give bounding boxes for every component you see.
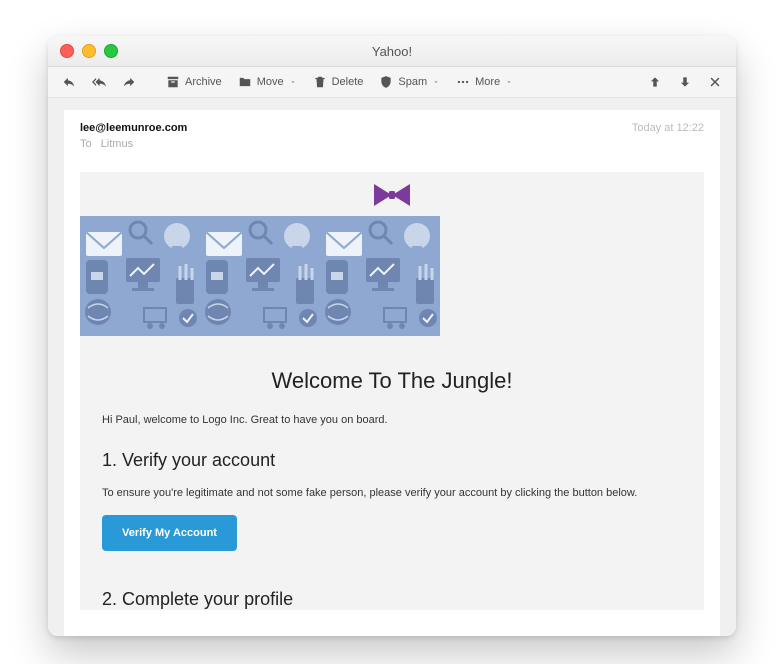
close-message-button[interactable] [702, 71, 728, 93]
reply-button[interactable] [56, 71, 82, 93]
prev-message-button[interactable] [642, 71, 668, 93]
window-title: Yahoo! [48, 44, 736, 59]
email-intro: Hi Paul, welcome to Logo Inc. Great to h… [102, 414, 682, 426]
message-time: Today at 12:22 [632, 122, 704, 150]
reply-icon [62, 75, 76, 89]
chevron-down-icon [289, 78, 297, 86]
to-name: Litmus [101, 138, 133, 150]
to-line: To Litmus [80, 138, 632, 150]
content-area: lee@leemunroe.com To Litmus Today at 12:… [48, 98, 736, 636]
arrow-down-icon [678, 75, 692, 89]
toolbar: Archive Move Delete Spam More [48, 67, 736, 98]
delete-label: Delete [332, 76, 364, 88]
archive-label: Archive [185, 76, 222, 88]
message-pane: lee@leemunroe.com To Litmus Today at 12:… [64, 110, 720, 636]
archive-button[interactable]: Archive [160, 71, 228, 93]
delete-button[interactable]: Delete [307, 71, 370, 93]
more-label: More [475, 76, 500, 88]
hero-image [80, 216, 440, 336]
bowtie-logo-icon [370, 182, 414, 208]
move-label: Move [257, 76, 284, 88]
close-icon [708, 75, 722, 89]
step1-body: To ensure you're legitimate and not some… [102, 487, 682, 499]
spam-label: Spam [398, 76, 427, 88]
move-button[interactable]: Move [232, 71, 303, 93]
shield-icon [379, 75, 393, 89]
arrow-up-icon [648, 75, 662, 89]
email-heading: Welcome To The Jungle! [102, 368, 682, 394]
trash-icon [313, 75, 327, 89]
more-horizontal-icon [456, 75, 470, 89]
titlebar: Yahoo! [48, 36, 736, 67]
step1-title: 1. Verify your account [102, 450, 682, 471]
reply-all-icon [92, 75, 106, 89]
app-window: Yahoo! Archive Move [48, 36, 736, 636]
forward-icon [122, 75, 136, 89]
next-message-button[interactable] [672, 71, 698, 93]
reply-all-button[interactable] [86, 71, 112, 93]
spam-button[interactable]: Spam [373, 71, 446, 93]
chevron-down-icon [432, 78, 440, 86]
from-address: lee@leemunroe.com [80, 122, 632, 134]
chevron-down-icon [505, 78, 513, 86]
archive-icon [166, 75, 180, 89]
more-button[interactable]: More [450, 71, 519, 93]
message-header: lee@leemunroe.com To Litmus Today at 12:… [64, 110, 720, 172]
email-body-wrapper: Welcome To The Jungle! Hi Paul, welcome … [80, 172, 704, 610]
verify-account-button[interactable]: Verify My Account [102, 515, 237, 551]
move-icon [238, 75, 252, 89]
to-label: To [80, 138, 92, 150]
forward-button[interactable] [116, 71, 142, 93]
step2-title: 2. Complete your profile [102, 589, 682, 610]
